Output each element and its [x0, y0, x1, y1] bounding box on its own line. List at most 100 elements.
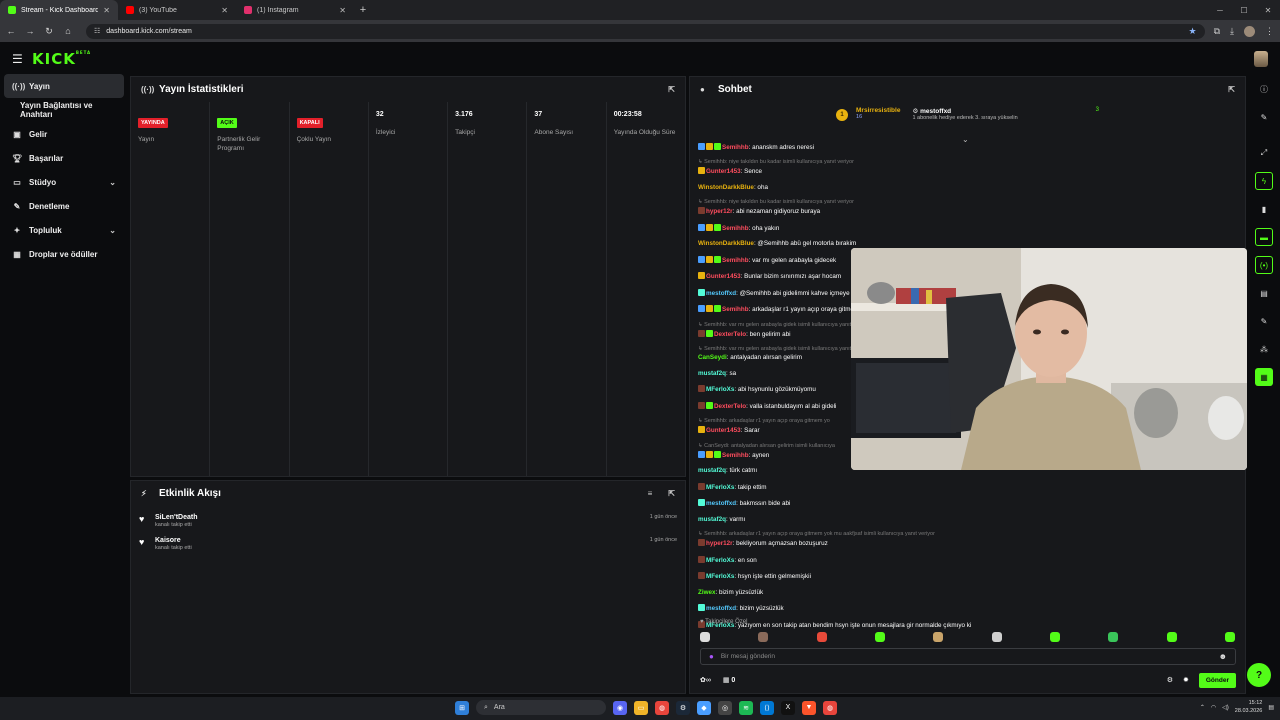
chat-username[interactable]: MFerloXs — [706, 557, 734, 564]
chat-username[interactable]: mustaf2q — [698, 370, 726, 377]
chat-username[interactable]: Gunter1453 — [706, 273, 741, 280]
sidebar-item-droplar[interactable]: ▦ Droplar ve ödüller — [4, 242, 124, 266]
emote-icon[interactable] — [1108, 632, 1119, 642]
activity-username[interactable]: Kaisore — [155, 537, 644, 544]
emote-icon[interactable] — [758, 632, 769, 642]
sidebar-item-basarilar[interactable]: 🏆︎ Başarılar — [4, 146, 124, 170]
channel-points-icon[interactable]: ✿∞ — [700, 676, 711, 684]
site-info-icon[interactable]: ☷ — [94, 27, 100, 35]
webcam-preview[interactable] — [851, 248, 1247, 470]
back-icon[interactable]: ← — [6, 26, 16, 36]
chat-username[interactable]: mestoffxd — [706, 290, 736, 297]
chat-username[interactable]: mustaf2q — [698, 467, 726, 474]
extensions-icon[interactable]: ⧉ — [1214, 26, 1220, 37]
taskbar-search[interactable]: ⌕ Ara — [476, 700, 606, 715]
new-tab-button[interactable]: + — [354, 0, 372, 20]
sidebar-item-gelir[interactable]: ▣ Gelir — [4, 122, 124, 146]
chat-bubble-icon[interactable]: ▬ — [1255, 228, 1273, 246]
broadcast-icon[interactable]: (•) — [1255, 256, 1273, 274]
chat-username[interactable]: mustaf2q — [698, 516, 726, 523]
close-window-icon[interactable]: ✕ — [1256, 0, 1280, 20]
edit-icon[interactable]: ✎ — [1255, 108, 1273, 126]
chat-username[interactable]: mestoffxd — [706, 605, 736, 612]
microphone-icon[interactable]: ● — [709, 652, 714, 661]
send-button[interactable]: Gönder — [1198, 672, 1236, 688]
brave-icon[interactable]: ▼ — [802, 700, 816, 715]
chevron-up-icon[interactable]: ⌃ — [1200, 704, 1205, 711]
sidebar-item-stream-key[interactable]: Yayın Bağlantısı ve Anahtarı — [4, 98, 124, 122]
points-display[interactable]: ▦ 0 — [723, 676, 735, 684]
info-icon[interactable]: ⓘ — [1255, 80, 1273, 98]
chat-username[interactable]: Semihhb — [722, 225, 749, 232]
chat-username[interactable]: DexterTelo — [714, 403, 746, 410]
steam-icon[interactable]: ⚙ — [676, 700, 690, 715]
document-icon[interactable]: ▮ — [1255, 200, 1273, 218]
filter-icon[interactable]: ≡ — [648, 489, 653, 498]
emote-icon[interactable] — [874, 632, 885, 642]
expand-icon[interactable]: ⤢ — [1255, 144, 1273, 162]
kick-logo[interactable]: KICKBETA — [32, 50, 91, 68]
popout-icon[interactable]: ⇱ — [668, 85, 675, 94]
popout-icon[interactable]: ⇱ — [1228, 85, 1235, 94]
discord-icon[interactable]: ◉ — [613, 700, 627, 715]
chat-username[interactable]: MFerloXs — [706, 484, 734, 491]
chat-username[interactable]: Semihhb — [722, 257, 749, 264]
emoji-icon[interactable]: ☻ — [1219, 652, 1227, 661]
chat-username[interactable]: mestoffxd — [706, 500, 736, 507]
close-icon[interactable]: ✕ — [339, 6, 346, 15]
chat-username[interactable]: Ziwex — [698, 589, 716, 596]
community-icon[interactable]: ⁂ — [1255, 340, 1273, 358]
file-explorer-icon[interactable]: ▭ — [634, 700, 648, 715]
chat-username[interactable]: CanSeydi — [698, 354, 727, 361]
sidebar-item-yayin[interactable]: ((·)) Yayın — [4, 74, 124, 98]
forward-icon[interactable]: → — [25, 26, 35, 36]
downloads-icon[interactable]: ⤓ — [1230, 26, 1234, 37]
sidebar-item-studyo[interactable]: ▭ Stüdyo ⌄ — [4, 170, 124, 194]
emote-icon[interactable] — [991, 632, 1002, 642]
chat-username[interactable]: hyper12r — [706, 540, 733, 547]
reload-icon[interactable]: ↻ — [44, 26, 54, 37]
chat-username[interactable]: WinstonDarkkBlue — [698, 240, 754, 247]
app-icon[interactable]: X — [781, 700, 795, 715]
wifi-icon[interactable]: ◠ — [1211, 704, 1216, 711]
video-icon[interactable]: ▤ — [1255, 284, 1273, 302]
pinned-username[interactable]: Mrsirresistible — [856, 107, 900, 114]
chrome-icon[interactable]: ◍ — [823, 700, 837, 715]
user-avatar[interactable] — [1254, 51, 1268, 67]
clock[interactable]: 15:12 28.03.2026 — [1235, 699, 1263, 715]
lightning-icon[interactable]: ϟ — [1255, 172, 1273, 190]
profile-avatar[interactable] — [1244, 25, 1255, 37]
help-chat-icon[interactable]: ? — [1247, 663, 1271, 687]
minimize-icon[interactable]: ─ — [1208, 0, 1232, 20]
popout-icon[interactable]: ⇱ — [668, 489, 675, 498]
close-icon[interactable]: ✕ — [221, 6, 228, 15]
emote-icon[interactable] — [1224, 632, 1235, 642]
chat-username[interactable]: WinstonDarkkBlue — [698, 184, 754, 191]
chat-username[interactable]: DexterTelo — [714, 331, 746, 338]
hamburger-menu-icon[interactable]: ☰ — [12, 52, 26, 66]
emote-icon[interactable] — [1049, 632, 1060, 642]
chat-username[interactable]: Gunter1453 — [706, 427, 741, 434]
emote-icon[interactable] — [933, 632, 944, 642]
volume-icon[interactable]: ◁) — [1222, 704, 1229, 711]
app-icon[interactable]: ◎ — [718, 700, 732, 715]
notification-icon[interactable]: ▤ — [1268, 704, 1274, 711]
activity-username[interactable]: SiLen'tDeath — [155, 514, 644, 521]
vscode-icon[interactable]: ⟨⟩ — [760, 700, 774, 715]
sidebar-item-denetleme[interactable]: ✎ Denetleme — [4, 194, 124, 218]
chat-username[interactable]: MFerloXs — [706, 386, 734, 393]
tab-youtube[interactable]: (3) YouTube ✕ — [118, 0, 236, 20]
maximize-icon[interactable]: ☐ — [1232, 0, 1256, 20]
chat-username[interactable]: Semihhb — [722, 144, 749, 151]
chat-username[interactable]: hyper12r — [706, 208, 733, 215]
close-icon[interactable]: ✕ — [103, 6, 110, 15]
tab-kick-dashboard[interactable]: Stream - Kick Dashboard ✕ — [0, 0, 118, 20]
chat-username[interactable]: Semihhb — [722, 306, 749, 313]
wrench-icon[interactable]: ✎ — [1255, 312, 1273, 330]
gear-icon[interactable]: ⚙ — [1167, 676, 1173, 684]
emote-icon[interactable] — [700, 632, 710, 642]
app-icon[interactable]: ◆ — [697, 700, 711, 715]
url-field[interactable]: ☷ dashboard.kick.com/stream ★ — [86, 23, 1205, 39]
windows-start-icon[interactable]: ⊞ — [455, 700, 469, 715]
chat-username[interactable]: Semihhb — [722, 452, 749, 459]
